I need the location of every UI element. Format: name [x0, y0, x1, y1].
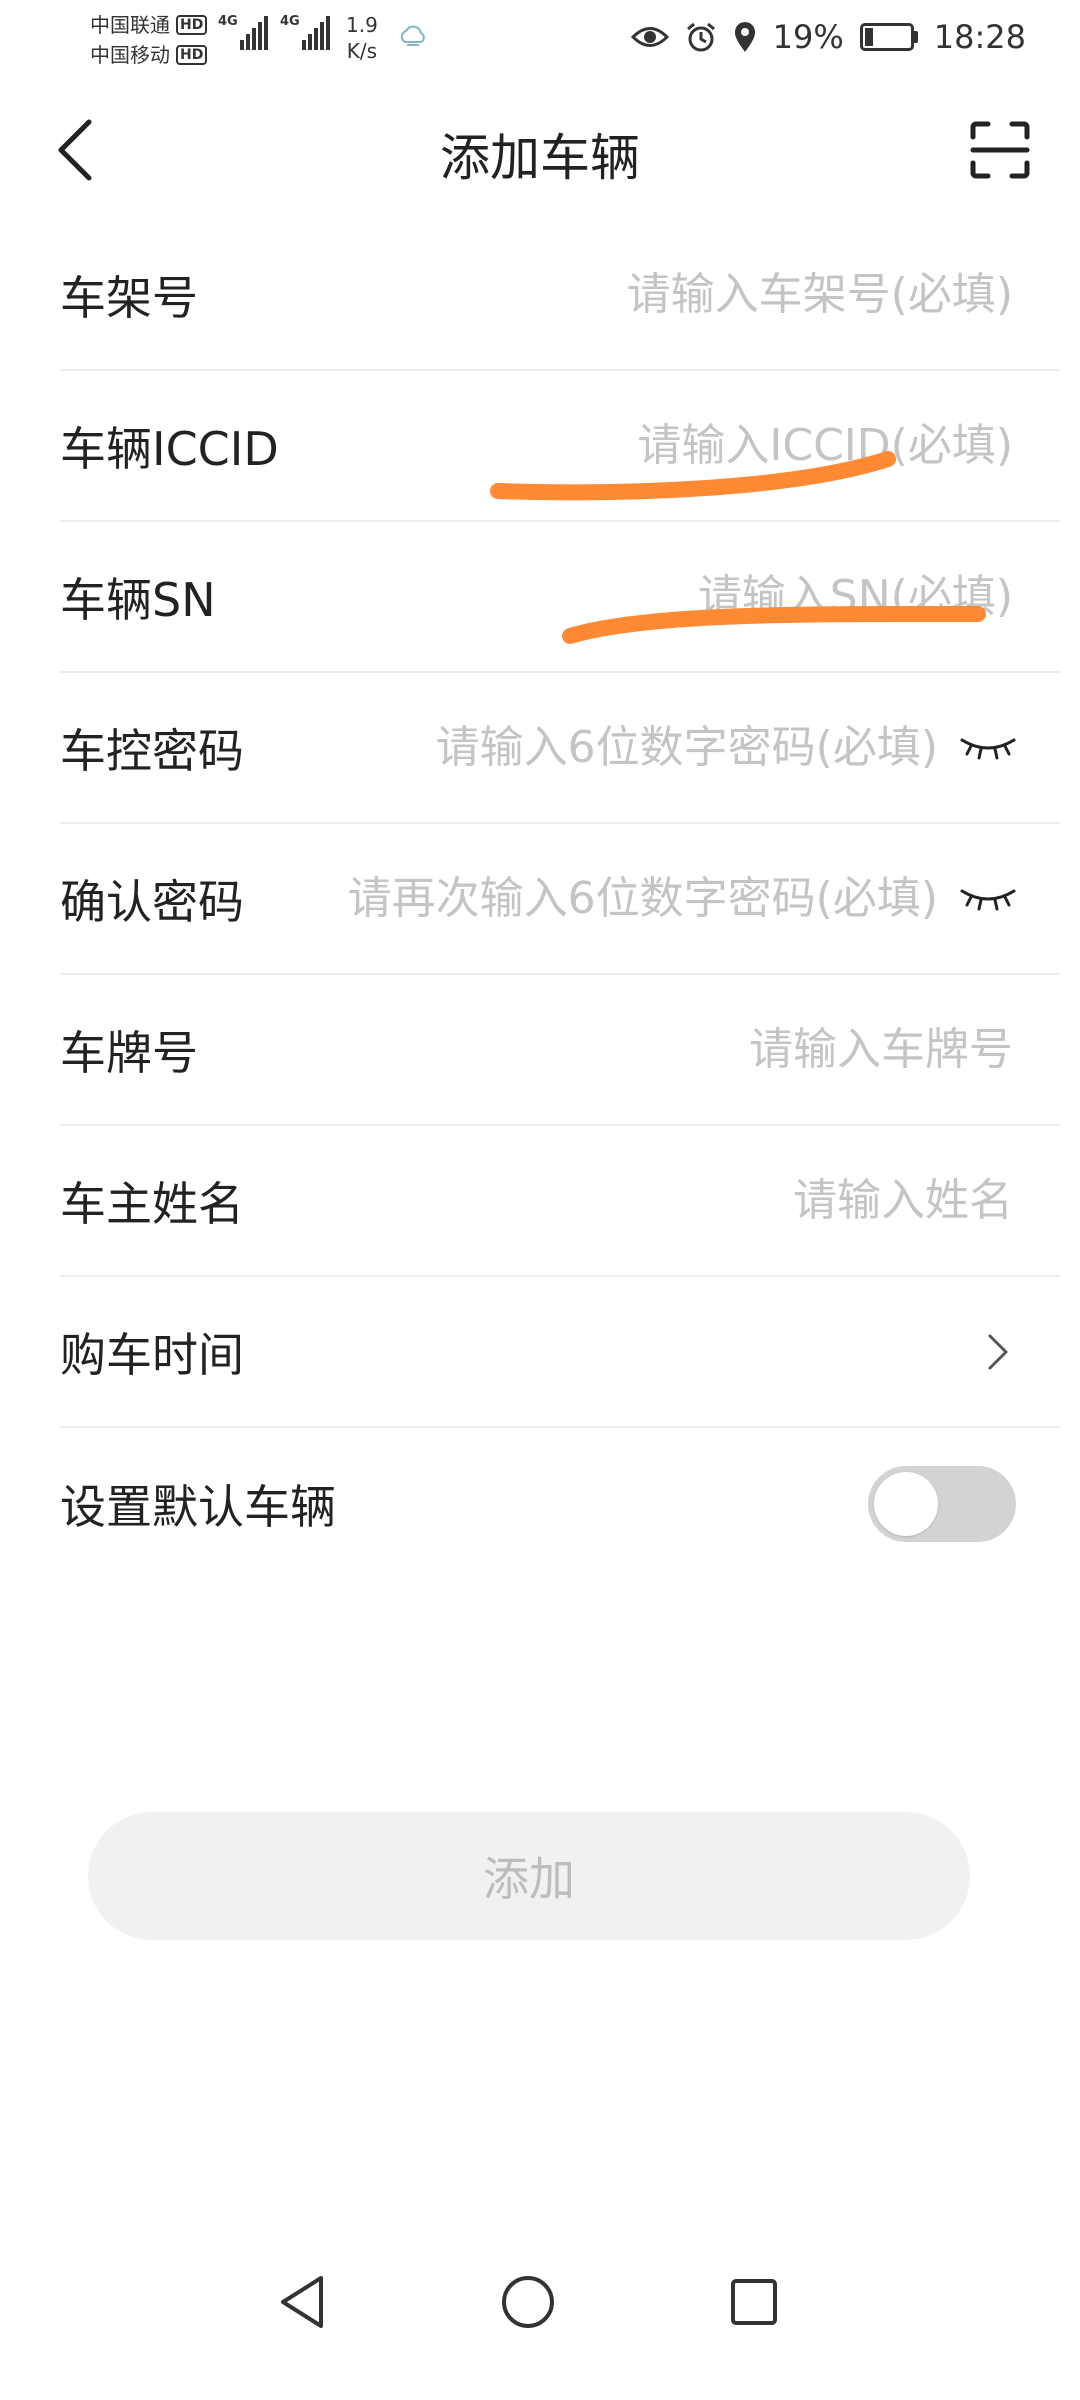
confirm-password-input[interactable]	[288, 824, 938, 973]
network-speed: 1.9 K/s	[346, 12, 378, 64]
chevron-right-icon	[988, 1334, 1008, 1370]
status-bar: 中国联通 HD 中国移动 HD 4G 4G 1.9 K/s 19% 18:28	[0, 0, 1080, 80]
iccid-input[interactable]	[433, 371, 1013, 520]
scan-button[interactable]	[960, 112, 1040, 188]
nav-home-button[interactable]	[488, 2262, 568, 2342]
form-row-owner: 车主姓名	[60, 1126, 1060, 1277]
toggle-confirm-visibility[interactable]	[956, 878, 1020, 918]
scan-icon	[970, 121, 1030, 179]
alarm-icon	[686, 22, 715, 52]
carrier-info: 中国联通 HD 中国移动 HD	[90, 10, 208, 70]
page-title: 添加车辆	[440, 129, 640, 187]
add-button[interactable]: 添加	[88, 1812, 970, 1940]
eye-closed-icon	[960, 738, 1016, 760]
clock: 18:28	[933, 18, 1026, 56]
hd-badge: HD	[176, 15, 208, 35]
sn-input[interactable]	[433, 522, 1013, 671]
hd-badge: HD	[176, 45, 208, 65]
nav-recent-button[interactable]	[714, 2262, 794, 2342]
default-vehicle-label: 设置默认车辆	[60, 1479, 336, 1534]
nav-back-button[interactable]	[262, 2262, 342, 2342]
carrier-2: 中国移动	[90, 43, 170, 67]
signal-indicators: 4G 4G	[218, 14, 330, 50]
carrier-1: 中国联通	[90, 13, 170, 37]
signal-icon: 4G	[280, 14, 330, 50]
control-password-label: 车控密码	[60, 723, 244, 778]
default-vehicle-toggle[interactable]	[868, 1466, 1016, 1542]
battery-percent: 19%	[772, 18, 844, 56]
owner-label: 车主姓名	[60, 1176, 244, 1231]
toggle-knob	[874, 1472, 938, 1536]
control-password-input[interactable]	[378, 673, 938, 822]
form-row-default-vehicle: 设置默认车辆	[60, 1428, 1060, 1579]
vin-label: 车架号	[60, 270, 198, 325]
form-row-control-password: 车控密码	[60, 673, 1060, 824]
plate-label: 车牌号	[60, 1025, 198, 1080]
signal-icon: 4G	[218, 14, 268, 50]
network-type: 4G	[218, 14, 238, 29]
vin-input[interactable]	[433, 220, 1013, 369]
triangle-back-icon	[281, 2276, 323, 2328]
eye-icon	[630, 27, 669, 47]
purchase-date-label: 购车时间	[60, 1327, 244, 1382]
speed-value: 1.9	[346, 13, 378, 37]
owner-input[interactable]	[433, 1126, 1013, 1275]
form-row-vin: 车架号	[60, 220, 1060, 371]
confirm-password-label: 确认密码	[60, 874, 244, 929]
title-bar: 添加车辆	[0, 90, 1080, 210]
plate-input[interactable]	[433, 975, 1013, 1124]
toggle-password-visibility[interactable]	[956, 727, 1020, 767]
form-row-iccid: 车辆ICCID	[60, 371, 1060, 522]
sn-label: 车辆SN	[60, 572, 216, 627]
cloud-icon	[400, 25, 425, 46]
status-right: 19% 18:28	[630, 18, 1026, 56]
square-recent-icon	[731, 2279, 777, 2325]
eye-closed-icon	[960, 889, 1016, 911]
battery-icon	[859, 23, 918, 51]
iccid-label: 车辆ICCID	[60, 421, 279, 476]
add-vehicle-form: 车架号 车辆ICCID 车辆SN 车控密码 确认密码	[60, 220, 1060, 1579]
form-row-plate: 车牌号	[60, 975, 1060, 1126]
circle-home-icon	[502, 2276, 554, 2328]
network-type: 4G	[280, 14, 300, 29]
system-nav-bar	[0, 2240, 1080, 2360]
purchase-date-picker[interactable]	[978, 1327, 1018, 1377]
form-row-purchase-date[interactable]: 购车时间	[60, 1277, 1060, 1428]
form-row-confirm-password: 确认密码	[60, 824, 1060, 975]
form-row-sn: 车辆SN	[60, 522, 1060, 673]
location-icon	[734, 22, 755, 52]
speed-unit: K/s	[346, 39, 378, 63]
